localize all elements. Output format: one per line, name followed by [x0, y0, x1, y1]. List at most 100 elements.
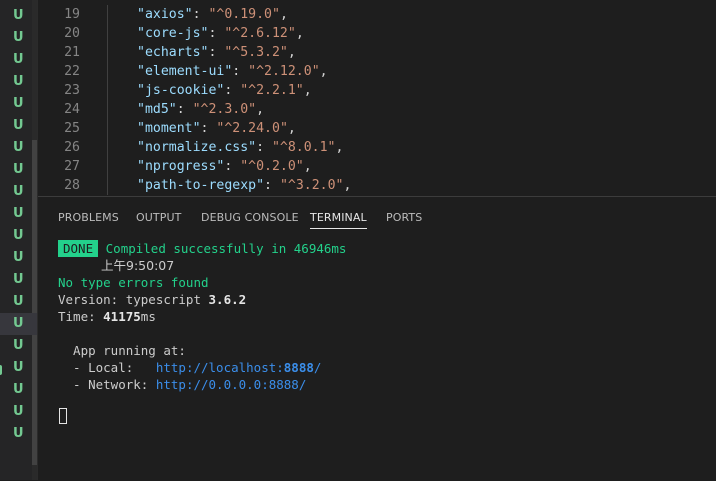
code-text: "echarts": "^5.3.2", [137, 45, 296, 60]
git-status-untracked[interactable]: U [0, 5, 37, 27]
code-line[interactable]: 26 "normalize.css": "^8.0.1", [38, 138, 716, 157]
git-status-letter: U [13, 184, 24, 199]
code-line[interactable]: 25 "moment": "^2.24.0", [38, 119, 716, 138]
code-line[interactable]: 23 "js-cookie": "^2.2.1", [38, 81, 716, 100]
indent-guide [107, 157, 108, 176]
tab-ports[interactable]: PORTS [386, 211, 422, 224]
local-label: - Local: [58, 360, 156, 375]
git-status-untracked[interactable]: U [0, 357, 37, 379]
indent-guide [107, 5, 108, 24]
code-line[interactable]: 27 "nprogress": "^0.2.0", [38, 157, 716, 176]
git-status-letter: U [13, 272, 24, 287]
git-status-untracked[interactable]: U [0, 181, 37, 203]
git-status-untracked[interactable]: U [0, 335, 37, 357]
code-text: "nprogress": "^0.2.0", [137, 159, 312, 174]
git-status-untracked[interactable]: U [0, 159, 37, 181]
code-line[interactable]: 19 "axios": "^0.19.0", [38, 5, 716, 24]
line-number: 22 [64, 64, 80, 79]
code-line[interactable]: 24 "md5": "^2.3.0", [38, 100, 716, 119]
git-status-letter: U [13, 316, 24, 331]
line-number: 25 [64, 121, 80, 136]
line-number: 27 [64, 159, 80, 174]
terminal-version-line: Version: typescript 3.6.2 [58, 291, 246, 308]
git-status-untracked[interactable]: U [0, 49, 37, 71]
line-number: 23 [64, 83, 80, 98]
line-number: 24 [64, 102, 80, 117]
network-url[interactable]: http://0.0.0.0:8888/ [156, 377, 307, 392]
indent-guide [107, 24, 108, 43]
line-number: 21 [64, 45, 80, 60]
time-value: 41175 [103, 309, 141, 324]
explorer-git-status-strip: UUUUUUUUUUUUUUUUUUUU [0, 0, 38, 480]
git-status-letter: U [13, 426, 24, 441]
git-status-letter: U [13, 8, 24, 23]
time-unit: ms [140, 309, 156, 324]
line-number: 26 [64, 140, 80, 155]
version-label: Version: typescript [58, 292, 209, 307]
git-status-letter: U [13, 140, 24, 155]
code-editor[interactable]: 19 "axios": "^0.19.0", 20 "core-js": "^2.6.… [38, 0, 716, 196]
line-number: 28 [64, 178, 80, 193]
git-status-letter: U [13, 294, 24, 309]
indent-guide [107, 176, 108, 195]
code-line[interactable]: 21 "echarts": "^5.3.2", [38, 43, 716, 62]
git-status-letter: U [13, 52, 24, 67]
code-text: "core-js": "^2.6.12", [137, 26, 304, 41]
git-status-untracked[interactable]: U [0, 93, 37, 115]
git-status-letter: U [13, 96, 24, 111]
git-status-letter: U [13, 206, 24, 221]
indent-guide [107, 81, 108, 100]
code-text: "moment": "^2.24.0", [137, 121, 296, 136]
line-number: 20 [64, 26, 80, 41]
code-text: "md5": "^2.3.0", [137, 102, 265, 117]
network-label: - Network: [58, 377, 156, 392]
terminal-cursor[interactable] [59, 408, 67, 424]
tab-output[interactable]: OUTPUT [136, 211, 181, 224]
git-status-untracked[interactable]: U [0, 247, 37, 269]
git-status-untracked[interactable]: U [0, 137, 37, 159]
git-status-untracked[interactable]: U [0, 423, 37, 445]
terminal-timestamp: 上午9:50:07 [101, 258, 175, 273]
terminal-no-errors: No type errors found [58, 275, 209, 290]
bottom-panel: PROBLEMS OUTPUT DEBUG CONSOLE TERMINAL P… [38, 196, 716, 481]
git-status-letter: U [13, 404, 24, 419]
git-status-untracked[interactable]: U [0, 71, 37, 93]
git-status-untracked[interactable]: U [0, 27, 37, 49]
indent-guide [107, 43, 108, 62]
terminal-time-line: Time: 41175ms [58, 308, 156, 325]
git-status-untracked[interactable]: U [0, 115, 37, 137]
code-text: "js-cookie": "^2.2.1", [137, 83, 312, 98]
terminal-local-line: - Local: http://localhost:8888/ [58, 359, 321, 376]
git-status-letter: U [13, 30, 24, 45]
git-status-untracked[interactable]: U [0, 379, 37, 401]
tab-terminal[interactable]: TERMINAL [310, 211, 367, 229]
terminal-compiled-line: DONE Compiled successfully in 46946ms [58, 240, 346, 257]
code-text: "element-ui": "^2.12.0", [137, 64, 328, 79]
git-status-untracked[interactable]: U [0, 313, 37, 335]
git-status-untracked[interactable]: U [0, 203, 37, 225]
compiled-message: Compiled successfully in 46946ms [105, 241, 347, 256]
indent-guide [107, 138, 108, 157]
code-text: "path-to-regexp": "^3.2.0", [137, 178, 352, 193]
code-line[interactable]: 22 "element-ui": "^2.12.0", [38, 62, 716, 81]
tab-debug-console[interactable]: DEBUG CONSOLE [201, 211, 299, 224]
time-label: Time: [58, 309, 104, 324]
git-status-untracked[interactable]: U [0, 225, 37, 247]
code-text: "axios": "^0.19.0", [137, 7, 288, 22]
line-number: 19 [64, 7, 80, 22]
git-status-letter: U [13, 228, 24, 243]
code-line[interactable]: 28 "path-to-regexp": "^3.2.0", [38, 176, 716, 195]
git-status-untracked[interactable]: U [0, 401, 37, 423]
done-badge: DONE [58, 240, 99, 257]
git-status-letter: U [13, 360, 24, 375]
indent-guide [107, 100, 108, 119]
code-line[interactable]: 20 "core-js": "^2.6.12", [38, 24, 716, 43]
terminal-app-running: App running at: [58, 343, 186, 358]
git-status-untracked[interactable]: U [0, 291, 37, 313]
tab-problems[interactable]: PROBLEMS [58, 211, 119, 224]
git-status-untracked[interactable]: U [0, 269, 37, 291]
local-url[interactable]: http://localhost:8888/ [156, 360, 322, 375]
git-status-letter: U [13, 382, 24, 397]
code-text: "normalize.css": "^8.0.1", [137, 140, 344, 155]
git-status-letter: U [13, 338, 24, 353]
